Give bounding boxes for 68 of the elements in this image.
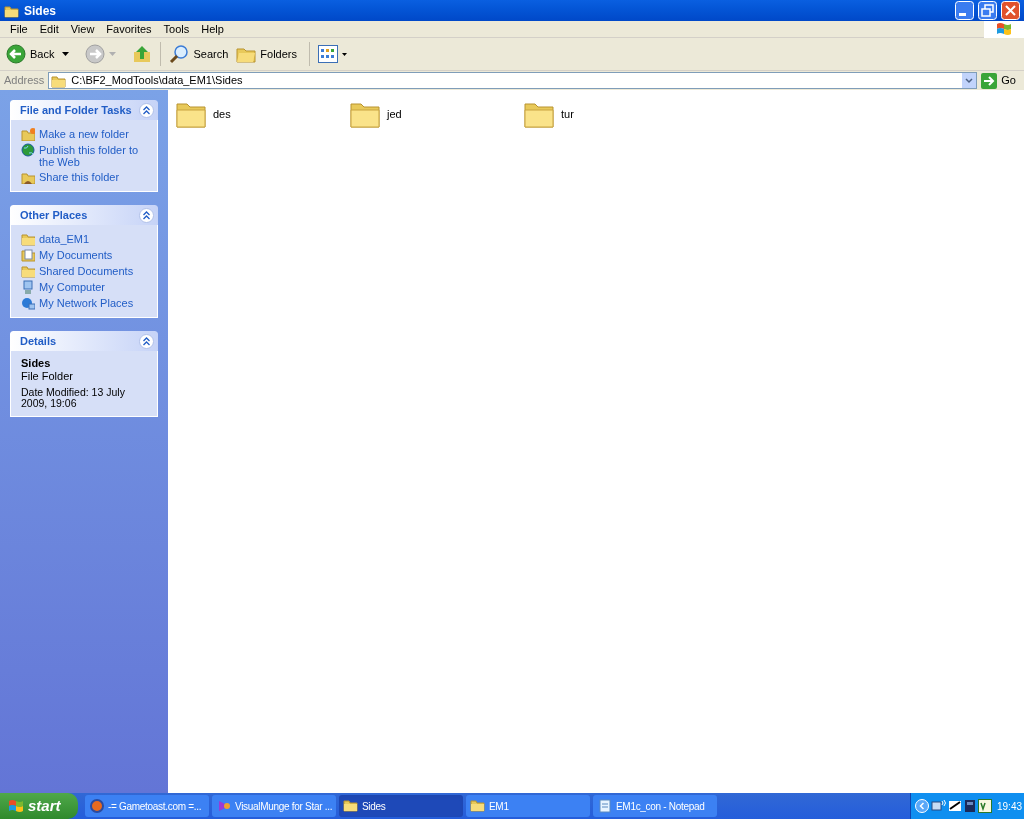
address-field[interactable]: C:\BF2_ModTools\data_EM1\Sides [48,72,978,89]
task-link[interactable]: Make a new folder [39,127,147,140]
clock: 19:43 [997,799,1023,814]
flag-logo-icon [8,799,24,813]
documents-icon [21,248,35,262]
folder-icon [470,798,486,814]
chevron-left-icon[interactable] [915,799,929,813]
notepad-icon [597,798,613,814]
panel-header[interactable]: File and Folder Tasks [10,100,158,120]
folder-icon [236,45,257,63]
caret-icon[interactable] [342,52,347,56]
collapse-chevron-icon [139,207,154,223]
menu-item[interactable]: View [64,20,101,38]
folder-item[interactable]: jed [349,98,523,130]
taskbar-button[interactable]: Sides [339,795,463,817]
taskbar-button[interactable]: EM1 [466,795,590,817]
network-icon [21,296,35,310]
folders-button[interactable]: Folders [236,41,301,67]
go-button[interactable]: Go [981,72,1020,89]
computer-icon [21,280,35,294]
folder-icon [21,264,35,278]
details-name: Sides [21,358,52,369]
back-button[interactable]: Back [6,41,59,67]
flag-logo-icon [996,22,1012,36]
panel-header[interactable]: Other Places [10,205,158,225]
address-label: Address [4,73,45,89]
app-tray-icon[interactable] [978,799,992,813]
magnifier-icon [169,44,190,64]
close-icon[interactable] [1001,1,1020,20]
task-link[interactable]: Publish this folder to the Web [39,143,147,168]
folder-icon [343,798,359,814]
menu-item[interactable]: Help [195,20,230,38]
panel-header[interactable]: Details [10,331,158,351]
globe-icon [89,798,105,814]
network-icon[interactable] [931,799,946,813]
folder-icon [21,232,35,246]
taskbar-button[interactable]: EM1c_con - Notepad [593,795,717,817]
menu-item[interactable]: Edit [33,20,65,38]
window-title: Sides [24,2,56,20]
folder-item[interactable]: tur [523,98,697,130]
folder-item[interactable]: des [175,98,349,130]
taskbar-button[interactable]: -= Gametoast.com =... [85,795,209,817]
task-link[interactable]: My Computer [39,280,147,293]
task-link[interactable]: My Documents [39,248,147,261]
taskbar-button[interactable]: VisualMunge for Star ... [212,795,336,817]
collapse-chevron-icon [139,333,154,349]
start-button[interactable]: start [0,793,78,819]
menu-item[interactable]: Favorites [100,20,158,38]
search-button[interactable]: Search [169,41,233,67]
task-link[interactable]: Shared Documents [39,264,147,277]
task-link[interactable]: Share this folder [39,170,147,183]
task-link[interactable]: data_EM1 [39,232,147,245]
folder-icon [51,73,68,88]
details-modified: Date Modified: 13 July 2009, 19:06 [21,387,126,409]
minimize-icon[interactable] [955,1,974,20]
caret-icon[interactable] [62,52,70,56]
menu-item[interactable]: File [4,20,34,38]
globe-icon [21,143,35,157]
shared-folder-icon [21,170,35,184]
up-folder-icon[interactable] [132,44,153,64]
folder-icon [4,3,20,18]
details-type: File Folder [21,371,74,382]
view-grid-icon[interactable] [318,45,338,63]
task-link[interactable]: My Network Places [39,296,147,309]
menu-item[interactable]: Tools [157,20,196,38]
collapse-chevron-icon [139,102,154,118]
new-folder-icon [21,127,35,141]
restore-icon[interactable] [978,1,997,20]
